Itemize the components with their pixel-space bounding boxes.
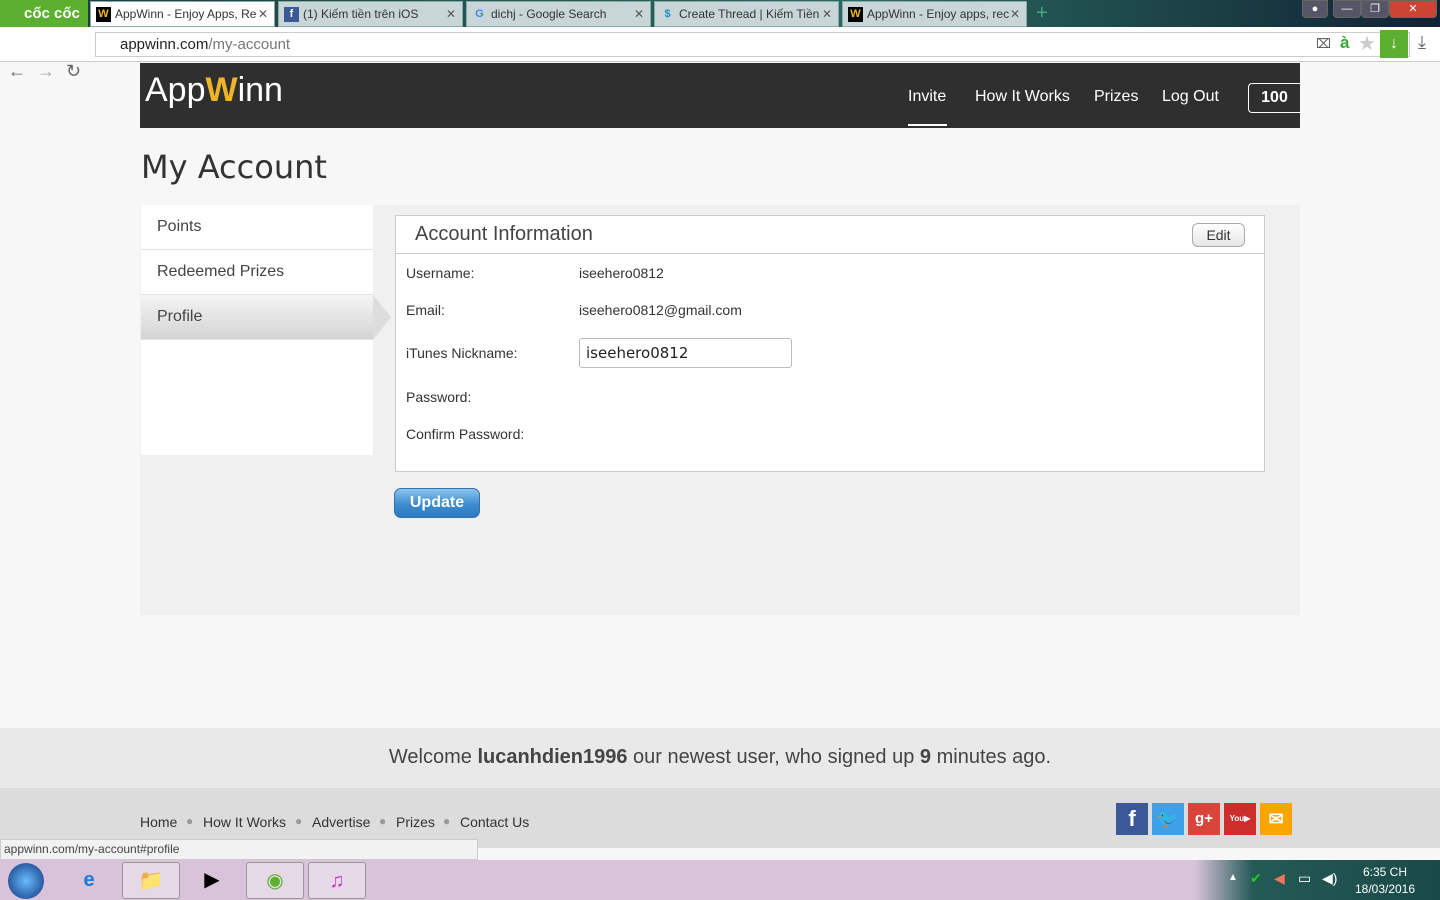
close-window-button[interactable]: ✕ — [1389, 0, 1437, 18]
show-hidden-icons[interactable]: ▲ — [1228, 872, 1238, 883]
close-tab-icon[interactable]: ✕ — [258, 2, 268, 26]
edit-button[interactable]: Edit — [1192, 223, 1245, 247]
sidebar-item-profile[interactable]: Profile — [141, 295, 391, 340]
nickname-label: iTunes Nickname: — [406, 345, 518, 361]
coccoc-logo[interactable]: cốc cốc — [0, 0, 88, 27]
tab-appwinn-2[interactable]: W AppWinn - Enjoy apps, rec ✕ — [842, 1, 1027, 27]
update-button[interactable]: Update — [394, 488, 480, 518]
welcome-banner: Welcome lucanhdien1996 our newest user, … — [0, 728, 1440, 788]
internet-explorer-icon[interactable]: e — [60, 862, 118, 899]
close-tab-icon[interactable]: ✕ — [634, 2, 644, 26]
browser-tab-bar: cốc cốc W AppWinn - Enjoy Apps, Re ✕ f (1) … — [0, 0, 1440, 27]
vietnamese-input-icon[interactable]: à — [1340, 33, 1349, 53]
facebook-icon[interactable]: f — [1116, 803, 1148, 835]
account-sidebar: Points Redeemed Prizes Profile — [141, 205, 391, 455]
username-label: Username: — [406, 265, 475, 281]
itunes-icon[interactable]: ♫ — [308, 862, 366, 899]
appwinn-logo[interactable]: AppWinn — [145, 71, 283, 110]
maximize-button[interactable]: ❐ — [1361, 0, 1389, 18]
active-nav-underline — [908, 124, 947, 126]
network-icon[interactable]: ▭ — [1298, 870, 1311, 887]
active-arrow — [373, 295, 391, 340]
nav-invite[interactable]: Invite — [908, 88, 946, 106]
appwinn-favicon: W — [848, 7, 863, 22]
forward-icon[interactable]: → — [37, 61, 55, 82]
tab-google[interactable]: Gdichj - Google Search ✕ — [466, 1, 651, 27]
volume-icon[interactable]: ◀) — [1322, 870, 1337, 887]
tab-facebook[interactable]: f (1) Kiếm tiền trên iOS ✕ — [278, 1, 463, 27]
url-input[interactable]: appwinn.com/my-account — [95, 32, 1410, 57]
footer-link-home[interactable]: Home — [140, 814, 177, 830]
reload-icon[interactable]: ↻ — [66, 61, 81, 82]
points-badge[interactable]: 100 — [1248, 83, 1300, 113]
tab-title: Create Thread | Kiếm Tiền — [679, 7, 820, 21]
taskbar-clock[interactable]: 6:35 CH 18/03/2016 — [1350, 864, 1420, 898]
appwinn-favicon: W — [96, 7, 111, 22]
tray-app-icon[interactable]: ✔ — [1250, 870, 1262, 887]
tab-title: AppWinn - Enjoy Apps, Re — [115, 7, 257, 21]
footer-link-prizes[interactable]: Prizes — [396, 814, 435, 830]
email-value: iseehero0812@gmail.com — [579, 302, 742, 318]
tab-title: AppWinn - Enjoy apps, rec — [867, 7, 1010, 21]
translate-icon[interactable]: ⌧ — [1316, 36, 1331, 52]
speaker-muted-icon[interactable]: ◀ — [1274, 870, 1285, 887]
email-label: Email: — [406, 302, 445, 318]
page-title: My Account — [141, 148, 327, 186]
password-label: Password: — [406, 389, 472, 405]
box-heading: Account Information — [396, 216, 1264, 254]
minimize-button[interactable]: — — [1333, 0, 1361, 18]
close-tab-icon[interactable]: ✕ — [446, 2, 456, 26]
file-explorer-icon[interactable]: 📁 — [122, 862, 180, 899]
coccoc-taskbar-icon[interactable]: ◉ — [246, 862, 304, 899]
tab-appwinn[interactable]: W AppWinn - Enjoy Apps, Re ✕ — [90, 1, 275, 27]
google-favicon: G — [475, 8, 484, 20]
back-icon[interactable]: ← — [8, 61, 26, 82]
media-player-icon[interactable]: ▶ — [183, 862, 241, 899]
footer-link-advertise[interactable]: Advertise — [312, 814, 370, 830]
bookmark-star-icon[interactable]: ★ — [1358, 31, 1376, 56]
tab-title: dichj - Google Search — [491, 7, 607, 21]
newest-user: lucanhdien1996 — [477, 746, 628, 768]
nav-prizes[interactable]: Prizes — [1094, 88, 1138, 106]
facebook-favicon: f — [284, 7, 299, 22]
sidebar-item-points[interactable]: Points — [141, 205, 373, 250]
sidebar-item-redeemed-prizes[interactable]: Redeemed Prizes — [141, 250, 373, 295]
status-bar: appwinn.com/my-account#profile — [0, 839, 478, 860]
itunes-nickname-input[interactable]: iseehero0812 — [579, 338, 792, 368]
email-icon[interactable]: ✉ — [1260, 803, 1292, 835]
site-header: AppWinn Invite How It Works Prizes Log O… — [140, 63, 1300, 128]
tab-create-thread[interactable]: $ Create Thread | Kiếm Tiền ✕ — [654, 1, 839, 27]
close-tab-icon[interactable]: ✕ — [822, 2, 832, 26]
account-information-box: Account Information Edit Username: iseeh… — [395, 215, 1265, 472]
twitter-icon[interactable]: 🐦 — [1152, 803, 1184, 835]
tab-title: (1) Kiếm tiền trên iOS — [303, 7, 419, 21]
footer-link-how-it-works[interactable]: How It Works — [203, 814, 286, 830]
google-plus-icon[interactable]: g+ — [1188, 803, 1220, 835]
close-tab-icon[interactable]: ✕ — [1010, 2, 1020, 26]
new-tab-button[interactable]: + — [1036, 2, 1048, 25]
nav-how-it-works[interactable]: How It Works — [975, 88, 1070, 106]
address-bar-row: ← → ↻ appwinn.com/my-account ⌧ à ★ ↓ ⤓ — [0, 27, 1440, 81]
youtube-icon[interactable]: You▶ — [1224, 803, 1256, 835]
start-button[interactable] — [8, 863, 44, 899]
confirm-password-label: Confirm Password: — [406, 426, 525, 442]
nav-log-out[interactable]: Log Out — [1162, 88, 1219, 106]
username-value: iseehero0812 — [579, 265, 664, 281]
windows-taskbar: e 📁 ▶ ◉ ♫ ▲ ✔ ◀ ▭ ◀) — [0, 860, 1440, 900]
site-favicon: $ — [664, 8, 671, 20]
profile-button[interactable]: ● — [1302, 0, 1328, 18]
downloads-icon[interactable]: ⤓ — [1418, 32, 1426, 53]
download-green-icon[interactable]: ↓ — [1380, 30, 1408, 58]
footer-link-contact-us[interactable]: Contact Us — [460, 814, 529, 830]
